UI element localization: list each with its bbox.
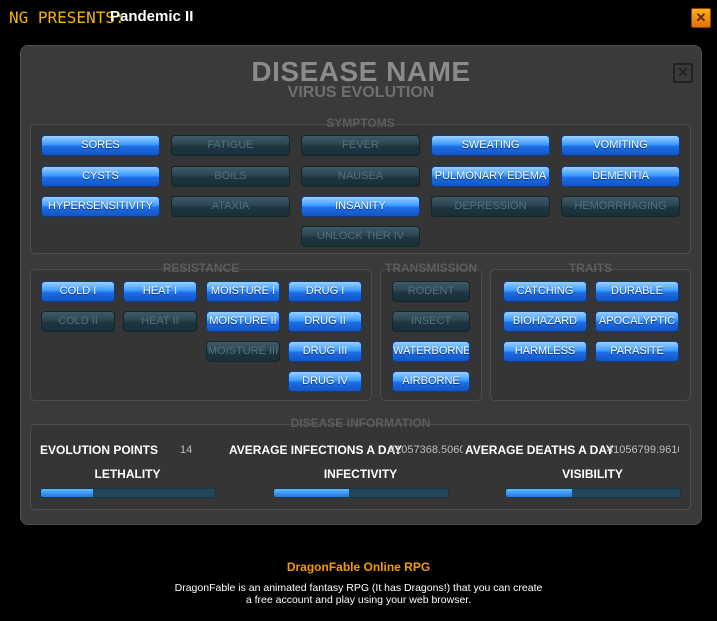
- visibility-bar-fill: [506, 489, 573, 497]
- resistance-button[interactable]: COLD II: [41, 311, 115, 332]
- resistance-button[interactable]: DRUG III: [288, 341, 362, 362]
- resistance-button[interactable]: DRUG II: [288, 311, 362, 332]
- symptom-button[interactable]: SORES: [41, 135, 160, 156]
- ad-line-1: DragonFable is an animated fantasy RPG (…: [174, 582, 543, 594]
- avg-infections-label: AVERAGE INFECTIONS A DAY: [229, 443, 403, 457]
- symptom-button[interactable]: FATIGUE: [171, 135, 290, 156]
- infectivity-bar-fill: [274, 489, 349, 497]
- lethality-bar: [40, 488, 216, 498]
- evolution-points-label: EVOLUTION POINTS: [40, 443, 159, 457]
- title-bar: NG PRESENTS: Pandemic II ✕: [0, 0, 717, 34]
- symptom-button[interactable]: VOMITING: [561, 135, 680, 156]
- trait-button[interactable]: BIOHAZARD: [503, 311, 587, 332]
- resistance-group: RESISTANCE COLD I HEAT I MOISTURE I DRUG…: [30, 261, 372, 401]
- symptom-button[interactable]: CYSTS: [41, 166, 160, 187]
- avg-deaths-value: 41056799.9610: [607, 444, 679, 456]
- virus-evolution-subtitle: VIRUS EVOLUTION: [287, 84, 435, 101]
- visibility-bar: [505, 488, 681, 498]
- unlock-tier-button[interactable]: UNLOCK TIER IV: [301, 226, 420, 247]
- transmission-button[interactable]: INSECT: [392, 311, 470, 332]
- symptoms-group: SYMPTOMS SORES FATIGUE FEVER SWEATING VO…: [30, 116, 691, 254]
- ad-title-link[interactable]: DragonFable Online RPG: [0, 560, 717, 574]
- symptom-button[interactable]: SWEATING: [431, 135, 550, 156]
- symptom-button[interactable]: PULMONARY EDEMA: [431, 166, 550, 187]
- resistance-button[interactable]: MOISTURE III: [206, 341, 280, 362]
- resistance-button[interactable]: HEAT II: [123, 311, 197, 332]
- resistance-button[interactable]: HEAT I: [123, 281, 197, 302]
- resistance-title: RESISTANCE: [162, 261, 240, 275]
- symptom-button[interactable]: DEPRESSION: [431, 196, 550, 217]
- transmission-button[interactable]: AIRBORNE: [392, 371, 470, 392]
- symptom-button[interactable]: BOILS: [171, 166, 290, 187]
- symptom-button[interactable]: DEMENTIA: [561, 166, 680, 187]
- transmission-button[interactable]: WATERBORNE: [392, 341, 470, 362]
- visibility-label: VISIBILITY: [562, 467, 623, 481]
- trait-button[interactable]: HARMLESS: [503, 341, 587, 362]
- resistance-button[interactable]: COLD I: [41, 281, 115, 302]
- ad-line-2: a free account and play using your web b…: [245, 594, 472, 606]
- ad-text: DragonFable is an animated fantasy RPG (…: [0, 582, 717, 606]
- disease-info-title: DISEASE INFORMATION: [290, 416, 431, 430]
- symptom-button[interactable]: INSANITY: [301, 196, 420, 217]
- infectivity-label: INFECTIVITY: [323, 467, 398, 481]
- resistance-button[interactable]: MOISTURE II: [206, 311, 280, 332]
- close-icon: ✕: [695, 10, 707, 25]
- disease-info-group: DISEASE INFORMATION EVOLUTION POINTS 14 …: [30, 416, 691, 510]
- transmission-group: TRANSMISSION RODENT INSECT WATERBORNE AI…: [380, 261, 482, 401]
- infectivity-bar: [273, 488, 449, 498]
- symptom-button[interactable]: HYPERSENSITIVITY: [41, 196, 160, 217]
- close-icon: ✕: [677, 64, 689, 80]
- trait-button[interactable]: DURABLE: [595, 281, 679, 302]
- evolution-panel: DISEASE NAME VIRUS EVOLUTION ✕ SYMPTOMS …: [20, 45, 702, 525]
- ng-presents-label: NG PRESENTS:: [9, 8, 125, 27]
- trait-button[interactable]: PARASITE: [595, 341, 679, 362]
- resistance-button[interactable]: MOISTURE I: [206, 281, 280, 302]
- close-panel-button[interactable]: ✕: [673, 63, 693, 83]
- avg-infections-value: 41057368.5060: [389, 444, 463, 456]
- trait-button[interactable]: CATCHING: [503, 281, 587, 302]
- lethality-bar-fill: [41, 489, 94, 497]
- transmission-button[interactable]: RODENT: [392, 281, 470, 302]
- transmission-title: TRANSMISSION: [384, 261, 477, 275]
- symptom-button[interactable]: ATAXIA: [171, 196, 290, 217]
- traits-group: TRAITS CATCHING DURABLE BIOHAZARD APOCAL…: [490, 261, 691, 401]
- symptom-button[interactable]: NAUSEA: [301, 166, 420, 187]
- symptoms-title: SYMPTOMS: [326, 116, 395, 130]
- traits-title: TRAITS: [568, 261, 613, 275]
- resistance-button[interactable]: DRUG I: [288, 281, 362, 302]
- trait-button[interactable]: APOCALYPTIC: [595, 311, 679, 332]
- symptom-button[interactable]: HEMORRHAGING: [561, 196, 680, 217]
- lethality-label: LETHALITY: [94, 467, 161, 481]
- close-window-button[interactable]: ✕: [691, 8, 711, 28]
- symptom-button[interactable]: FEVER: [301, 135, 420, 156]
- game-title: Pandemic II: [110, 8, 194, 25]
- evolution-points-value: 14: [180, 444, 193, 456]
- resistance-button[interactable]: DRUG IV: [288, 371, 362, 392]
- avg-deaths-label: AVERAGE DEATHS A DAY: [465, 443, 614, 457]
